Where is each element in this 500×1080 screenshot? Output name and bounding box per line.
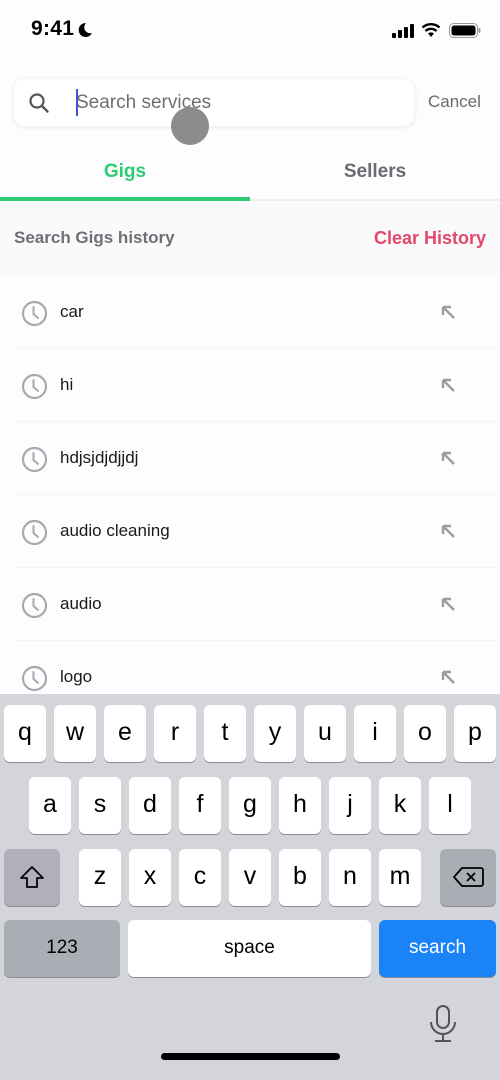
key-o[interactable]: o [404, 705, 446, 762]
home-indicator [161, 1053, 340, 1060]
key-k[interactable]: k [379, 777, 421, 834]
search-row: Cancel [0, 79, 500, 127]
key-u[interactable]: u [304, 705, 346, 762]
key-r[interactable]: r [154, 705, 196, 762]
clear-history-button[interactable]: Clear History [374, 228, 486, 249]
history-item[interactable]: car [0, 276, 500, 349]
microphone-icon[interactable] [428, 1004, 458, 1044]
cellular-signal-icon [392, 24, 414, 38]
history-item[interactable]: audio cleaning [0, 495, 500, 568]
key-w[interactable]: w [54, 705, 96, 762]
clock-icon [21, 373, 48, 400]
key-j[interactable]: j [329, 777, 371, 834]
arrow-up-left-icon[interactable] [441, 378, 456, 393]
key-e[interactable]: e [104, 705, 146, 762]
history-item-label: audio cleaning [60, 521, 170, 540]
active-tab-indicator [0, 197, 250, 201]
keyboard: q w e r t y u i o p a s d f g h j k l z … [0, 694, 500, 1080]
key-m[interactable]: m [379, 849, 421, 906]
history-title: Search Gigs history [14, 228, 175, 247]
key-t[interactable]: t [204, 705, 246, 762]
search-input[interactable] [76, 79, 396, 126]
tab-sellers[interactable]: Sellers [250, 145, 500, 199]
key-y[interactable]: y [254, 705, 296, 762]
history-item[interactable]: hi [0, 349, 500, 422]
history-item[interactable]: hdjsjdjdjjdj [0, 422, 500, 495]
history-item[interactable]: audio [0, 568, 500, 641]
history-item-label: hdjsjdjdjjdj [60, 448, 139, 467]
numbers-key[interactable]: 123 [4, 920, 120, 977]
history-header: Search Gigs history Clear History [0, 203, 500, 275]
shift-key[interactable] [4, 849, 60, 906]
touch-indicator [171, 107, 209, 145]
history-item-label: logo [60, 667, 93, 686]
search-box[interactable] [14, 79, 414, 126]
backspace-icon [453, 867, 484, 888]
arrow-up-left-icon[interactable] [441, 451, 456, 466]
clock-icon [21, 446, 48, 473]
key-g[interactable]: g [229, 777, 271, 834]
key-x[interactable]: x [129, 849, 171, 906]
key-d[interactable]: d [129, 777, 171, 834]
key-s[interactable]: s [79, 777, 121, 834]
clock-icon [21, 519, 48, 546]
backspace-key[interactable] [440, 849, 496, 906]
search-icon [29, 93, 49, 113]
status-time: 9:41 [31, 17, 75, 40]
clock-icon [21, 300, 48, 327]
arrow-up-left-icon[interactable] [441, 524, 456, 539]
history-item-label: car [60, 302, 84, 321]
tab-gigs[interactable]: Gigs [0, 145, 250, 199]
cancel-button[interactable]: Cancel [428, 92, 481, 112]
key-p[interactable]: p [454, 705, 496, 762]
arrow-up-left-icon[interactable] [441, 597, 456, 612]
status-bar: 9:41 [0, 0, 500, 62]
arrow-up-left-icon[interactable] [441, 670, 456, 685]
key-b[interactable]: b [279, 849, 321, 906]
history-item-label: hi [60, 375, 74, 394]
search-key[interactable]: search [379, 920, 496, 977]
key-n[interactable]: n [329, 849, 371, 906]
key-q[interactable]: q [4, 705, 46, 762]
clock-icon [21, 592, 48, 619]
key-v[interactable]: v [229, 849, 271, 906]
key-i[interactable]: i [354, 705, 396, 762]
arrow-up-left-icon[interactable] [441, 305, 456, 320]
key-a[interactable]: a [29, 777, 71, 834]
clock-icon [21, 665, 48, 692]
key-l[interactable]: l [429, 777, 471, 834]
key-z[interactable]: z [79, 849, 121, 906]
moon-icon [78, 22, 92, 37]
shift-icon [20, 866, 44, 889]
tab-bar: Gigs Sellers [0, 145, 500, 201]
key-h[interactable]: h [279, 777, 321, 834]
space-key[interactable]: space [128, 920, 371, 977]
key-c[interactable]: c [179, 849, 221, 906]
wifi-icon [421, 23, 441, 37]
text-cursor [76, 89, 78, 116]
history-item-label: audio [60, 594, 102, 613]
key-f[interactable]: f [179, 777, 221, 834]
history-list: car hi hdjsjdjdjjdj audio cleaning audio… [0, 276, 500, 714]
battery-icon [449, 23, 481, 38]
